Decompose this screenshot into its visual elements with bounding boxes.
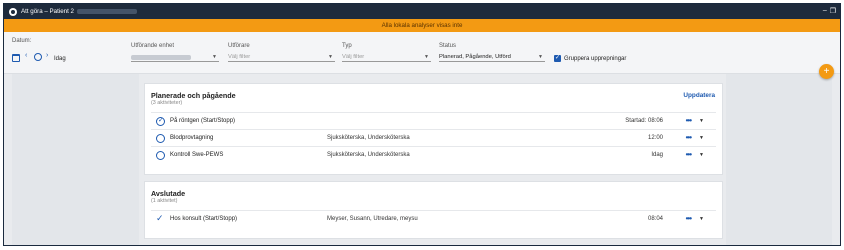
activity-row[interactable]: ✓ Hos konsult (Start/Stopp) Meyser, Susa… [151, 210, 716, 227]
app-logo-icon [9, 7, 17, 16]
chevron-down-icon[interactable]: ▼ [699, 135, 704, 141]
activity-time: Idag [651, 152, 663, 158]
enhet-select[interactable]: ▼ [131, 53, 219, 62]
date-label: Datum: [12, 38, 32, 44]
completed-card: Avslutade (1 aktivitet) ✓ Hos konsult (S… [144, 181, 723, 239]
planned-card: Planerade och pågående (3 aktiviteter) U… [144, 83, 723, 175]
planned-title: Planerade och pågående [151, 91, 236, 100]
minimize-icon[interactable]: – [823, 7, 827, 15]
group-checkbox-label: Gruppera upprepningar [564, 55, 627, 62]
refresh-button[interactable]: Uppdatera [683, 92, 715, 99]
completed-count: (1 aktivitet) [151, 198, 178, 204]
checkmark-icon: ✓ [156, 213, 164, 223]
activity-time: Startad: 08:06 [625, 118, 663, 124]
ellipsis-icon[interactable]: ••• [686, 116, 692, 125]
enhet-label: Utförande enhet [131, 43, 175, 49]
activity-name: Blodprovtagning [170, 135, 214, 141]
add-activity-button[interactable]: + [819, 64, 834, 79]
redacted-patient-name [76, 9, 137, 14]
activity-row[interactable]: Kontroll Swe-PEWS Sjuksköterska, Undersk… [151, 146, 716, 163]
utforare-placeholder: Välj filter [228, 54, 251, 60]
chevron-down-icon: ▼ [212, 54, 217, 60]
restore-icon[interactable]: ❐ [830, 7, 836, 15]
utforare-label: Utförare [228, 43, 250, 49]
status-select[interactable]: Planerad, Pågående, Utförd ▼ [439, 53, 545, 62]
info-banner: Alla lokala analyser visas inte [4, 19, 840, 32]
left-panel [12, 74, 139, 245]
planned-count: (3 aktiviteter) [151, 100, 183, 106]
status-circle-icon[interactable] [156, 134, 165, 143]
activity-performer: Sjuksköterska, Undersköterska [327, 152, 410, 158]
chevron-down-icon: ▼ [424, 54, 429, 60]
activity-row[interactable]: På röntgen (Start/Stopp) Startad: 08:06 … [151, 112, 716, 129]
chevron-down-icon[interactable]: ▼ [699, 118, 704, 124]
chevron-down-icon[interactable]: ▼ [699, 216, 704, 222]
right-panel [726, 74, 832, 245]
date-value: Idag [54, 56, 66, 62]
completed-title: Avslutade [151, 189, 186, 198]
typ-select[interactable]: Välj filter ▼ [342, 53, 431, 62]
activity-row[interactable]: Blodprovtagning Sjuksköterska, Undersköt… [151, 129, 716, 146]
content-area: Planerade och pågående (3 aktiviteter) U… [4, 74, 840, 245]
app-window: Att göra – Patient 2 – ❐ Alla lokala ana… [3, 3, 841, 246]
activity-name: På röntgen (Start/Stopp) [170, 118, 236, 124]
window-controls: – ❐ [823, 7, 836, 15]
status-label: Status [439, 43, 457, 49]
filter-bar: Datum: ‹ › Idag Utförande enhet ▼ Utföra… [4, 32, 840, 74]
utforare-select[interactable]: Välj filter ▼ [228, 53, 335, 62]
today-circle-icon[interactable] [34, 53, 42, 61]
activity-performer: Meyser, Susann, Utredare, meysu [327, 216, 418, 222]
chevron-down-icon: ▼ [328, 54, 333, 60]
status-value: Planerad, Pågående, Utförd [439, 54, 511, 60]
in-progress-icon[interactable] [156, 116, 165, 126]
status-circle-icon[interactable] [156, 151, 165, 160]
activity-name: Hos konsult (Start/Stopp) [170, 216, 238, 222]
chevron-down-icon[interactable]: ▼ [699, 152, 704, 158]
activity-time: 08:04 [647, 216, 663, 222]
activity-name: Kontroll Swe-PEWS [170, 152, 224, 158]
banner-text: Alla lokala analyser visas inte [381, 22, 463, 29]
typ-label: Typ [342, 43, 352, 49]
window-title: Att göra – Patient 2 [21, 8, 74, 15]
ellipsis-icon[interactable]: ••• [686, 133, 692, 142]
activity-performer: Sjuksköterska, Undersköterska [327, 135, 410, 141]
title-bar: Att göra – Patient 2 – ❐ [4, 4, 840, 19]
typ-placeholder: Välj filter [342, 54, 365, 60]
activity-time: 12:00 [647, 135, 663, 141]
ellipsis-icon[interactable]: ••• [686, 150, 692, 159]
redacted-unit [131, 54, 191, 60]
chevron-down-icon: ▼ [538, 54, 543, 60]
chevron-left-icon[interactable]: ‹ [25, 52, 27, 59]
ellipsis-icon[interactable]: ••• [686, 214, 692, 223]
group-checkbox[interactable]: ✓ [554, 55, 561, 62]
plus-icon: + [823, 66, 830, 77]
calendar-icon[interactable] [12, 54, 20, 62]
chevron-right-icon[interactable]: › [46, 52, 48, 59]
